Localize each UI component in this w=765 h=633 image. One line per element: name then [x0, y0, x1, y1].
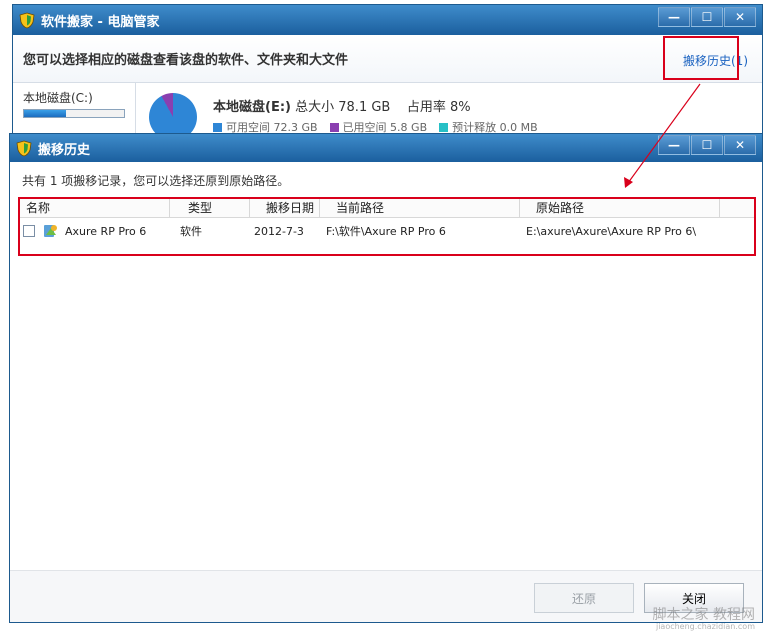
- total-size-label: 总大小: [295, 100, 335, 115]
- dialog-maximize-button[interactable]: ☐: [691, 135, 723, 155]
- divider: [135, 83, 136, 135]
- shield-logo-icon: [16, 140, 32, 156]
- drive-tab-label: 本地磁盘(C:): [23, 91, 93, 105]
- main-header: 您可以选择相应的磁盘查看该盘的软件、文件夹和大文件: [13, 35, 762, 83]
- main-window-controls: — ☐ ✕: [658, 7, 756, 27]
- drive-name: 本地磁盘(E:): [213, 100, 291, 115]
- dialog-minimize-button[interactable]: —: [658, 135, 690, 155]
- drive-info: 本地磁盘(E:) 总大小 78.1 GB 占用率 8% 可用空间 72.3 GB…: [213, 96, 538, 135]
- dialog-footer: 还原 关闭: [10, 570, 762, 622]
- watermark: 脚本之家 教程网 jiaocheng.chazidian.com: [652, 606, 755, 631]
- history-link-highlight: [663, 36, 739, 80]
- dialog-description: 共有 1 项搬移记录，您可以选择还原到原始路径。: [22, 174, 290, 188]
- shield-logo-icon: [19, 12, 35, 28]
- maximize-button[interactable]: ☐: [691, 7, 723, 27]
- main-header-text: 您可以选择相应的磁盘查看该盘的软件、文件夹和大文件: [23, 53, 349, 68]
- drive-tab-c[interactable]: 本地磁盘(C:): [23, 89, 125, 118]
- main-titlebar: 软件搬家 - 电脑管家: [13, 5, 762, 35]
- restore-button[interactable]: 还原: [534, 583, 634, 613]
- usage-value: 8%: [450, 100, 471, 115]
- main-window-title: 软件搬家 - 电脑管家: [41, 14, 160, 30]
- drive-usage-bar: [23, 109, 125, 118]
- dialog-close-button[interactable]: ✕: [724, 135, 756, 155]
- usage-label: 占用率: [406, 100, 446, 115]
- total-size-value: 78.1 GB: [338, 100, 391, 115]
- dialog-title: 搬移历史: [38, 142, 91, 158]
- migration-history-dialog: 搬移历史 — ☐ ✕ 共有 1 项搬移记录，您可以选择还原到原始路径。 名称 类…: [9, 133, 763, 623]
- dialog-titlebar: 搬移历史: [10, 134, 762, 162]
- table-highlight: [18, 197, 756, 256]
- main-window: 软件搬家 - 电脑管家 — ☐ ✕ 您可以选择相应的磁盘查看该盘的软件、文件夹和…: [12, 4, 763, 141]
- close-button[interactable]: ✕: [724, 7, 756, 27]
- history-table: 名称 类型 搬移日期 当前路径 原始路径 Axure RP Pro 6 软件 2…: [20, 198, 754, 632]
- dialog-window-controls: — ☐ ✕: [658, 135, 756, 155]
- minimize-button[interactable]: —: [658, 7, 690, 27]
